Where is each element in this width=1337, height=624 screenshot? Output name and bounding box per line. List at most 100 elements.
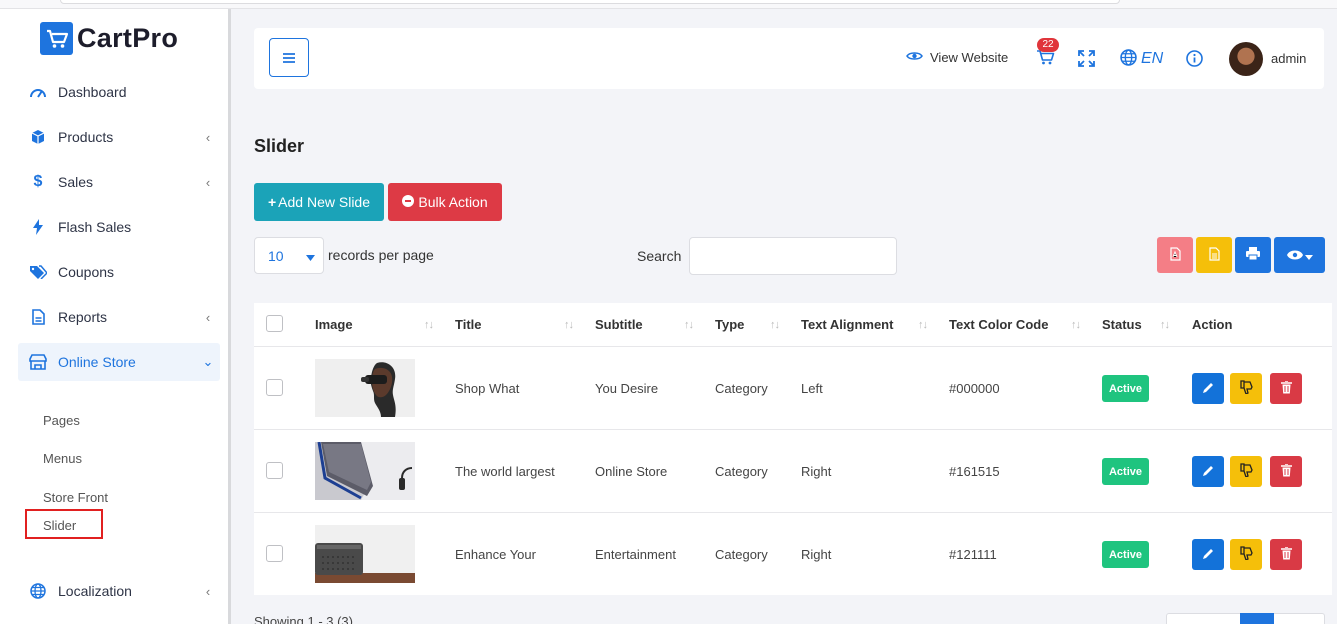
- divider: [254, 429, 1332, 430]
- select-all-checkbox[interactable]: [266, 315, 283, 332]
- add-new-slide-label: Add New Slide: [278, 194, 370, 210]
- slide-image: [315, 359, 415, 417]
- column-visibility-button[interactable]: [1274, 237, 1325, 273]
- chevron-left-icon: ‹: [205, 583, 211, 599]
- pagination[interactable]: [1166, 613, 1325, 624]
- speedometer-icon: [18, 85, 58, 99]
- eye-icon: [906, 50, 923, 65]
- delete-button[interactable]: [1270, 456, 1302, 487]
- sidebar-item-localization[interactable]: Localization ‹: [18, 572, 220, 610]
- export-csv-button[interactable]: [1196, 237, 1232, 273]
- sidebar-item-label: Coupons: [58, 264, 115, 280]
- brand[interactable]: CartPro: [40, 22, 178, 55]
- dollar-icon: $: [33, 173, 43, 190]
- sort-icon[interactable]: ↑↓: [918, 319, 928, 331]
- row-checkbox[interactable]: [266, 545, 283, 562]
- column-header-status[interactable]: Status: [1102, 317, 1142, 332]
- sidebar-item-sales[interactable]: $ Sales ‹: [18, 163, 220, 201]
- language-label: EN: [1141, 50, 1164, 67]
- slider-table: Image ↑↓ Title ↑↓ Subtitle ↑↓ Type ↑↓ Te…: [254, 303, 1332, 595]
- chevron-left-icon: ‹: [205, 174, 211, 190]
- bulk-action-label: Bulk Action: [418, 194, 488, 210]
- page-button-current[interactable]: [1240, 613, 1274, 624]
- cell-subtitle: Online Store: [595, 464, 668, 479]
- cart-icon: [1036, 49, 1055, 69]
- language-selector[interactable]: EN: [1120, 49, 1163, 69]
- deactivate-button[interactable]: [1230, 373, 1262, 404]
- search-input[interactable]: [689, 237, 897, 275]
- add-new-slide-button[interactable]: + Add New Slide: [254, 183, 384, 221]
- file-icon: [18, 309, 58, 325]
- slide-image: [315, 525, 415, 583]
- deactivate-button[interactable]: [1230, 456, 1262, 487]
- column-header-title[interactable]: Title: [455, 317, 482, 332]
- column-header-text-color-code[interactable]: Text Color Code: [949, 317, 1048, 332]
- delete-button[interactable]: [1270, 539, 1302, 570]
- column-header-type[interactable]: Type: [715, 317, 744, 332]
- sidebar-item-label: Reports: [58, 309, 108, 325]
- thumbs-down-icon: [1239, 463, 1253, 480]
- cell-color-code: #161515: [949, 464, 1000, 479]
- sort-icon[interactable]: ↑↓: [564, 319, 574, 331]
- print-button[interactable]: [1235, 237, 1271, 273]
- sidebar-item-coupons[interactable]: Coupons: [18, 253, 220, 291]
- sidebar-subitem-store-front[interactable]: Store Front: [43, 490, 108, 505]
- column-header-image[interactable]: Image: [315, 317, 353, 332]
- row-checkbox[interactable]: [266, 462, 283, 479]
- chevron-left-icon: ‹: [205, 129, 211, 145]
- sidebar-item-online-store[interactable]: Online Store ⌄: [18, 343, 220, 381]
- column-header-action: Action: [1192, 317, 1233, 332]
- top-header: [254, 28, 1324, 89]
- sidebar-item-products[interactable]: Products ‹: [18, 118, 220, 156]
- cell-type: Category: [715, 464, 768, 479]
- cell-subtitle: Entertainment: [595, 547, 676, 562]
- pdf-file-icon: [1169, 246, 1181, 264]
- sort-icon[interactable]: ↑↓: [1071, 319, 1081, 331]
- bolt-icon: [18, 219, 58, 235]
- pencil-icon: [1202, 547, 1215, 563]
- view-website-link[interactable]: View Website: [906, 50, 1008, 65]
- tags-icon: [18, 265, 58, 279]
- sort-icon[interactable]: ↑↓: [684, 319, 694, 331]
- hamburger-menu-button[interactable]: [269, 38, 309, 77]
- column-header-text-alignment[interactable]: Text Alignment: [801, 317, 893, 332]
- search-label: Search: [637, 248, 682, 264]
- edit-button[interactable]: [1192, 456, 1224, 487]
- sort-icon[interactable]: ↑↓: [1160, 319, 1170, 331]
- bulk-action-button[interactable]: Bulk Action: [388, 183, 502, 221]
- cart-button[interactable]: [1036, 49, 1055, 69]
- cell-alignment: Right: [801, 464, 832, 479]
- sidebar-subitem-pages[interactable]: Pages: [43, 413, 80, 428]
- sidebar-item-label: Flash Sales: [58, 219, 132, 235]
- cell-subtitle: You Desire: [595, 381, 659, 396]
- deactivate-button[interactable]: [1230, 539, 1262, 570]
- column-header-subtitle[interactable]: Subtitle: [595, 317, 643, 332]
- info-button[interactable]: [1186, 50, 1203, 70]
- edit-button[interactable]: [1192, 373, 1224, 404]
- records-per-page-select[interactable]: 10: [254, 237, 324, 274]
- cart-count-badge: 22: [1037, 38, 1059, 52]
- divider: [254, 512, 1332, 513]
- trash-icon: [1280, 462, 1292, 480]
- user-name[interactable]: admin: [1271, 51, 1306, 66]
- caret-down-icon: [1304, 248, 1313, 263]
- sidebar-item-label: Dashboard: [58, 84, 127, 100]
- fullscreen-button[interactable]: [1078, 50, 1095, 70]
- sidebar-subitem-menus[interactable]: Menus: [43, 451, 82, 466]
- sort-icon[interactable]: ↑↓: [770, 319, 780, 331]
- sidebar-item-dashboard[interactable]: Dashboard: [18, 73, 220, 111]
- cart-logo-icon: [40, 22, 73, 55]
- sidebar-subitem-slider[interactable]: Slider: [25, 509, 103, 539]
- avatar[interactable]: [1229, 42, 1263, 76]
- thumbs-down-icon: [1239, 546, 1253, 563]
- sidebar-item-flash-sales[interactable]: Flash Sales: [18, 208, 220, 246]
- delete-button[interactable]: [1270, 373, 1302, 404]
- edit-button[interactable]: [1192, 539, 1224, 570]
- export-pdf-button[interactable]: [1157, 237, 1193, 273]
- trash-icon: [1280, 545, 1292, 563]
- sidebar-item-reports[interactable]: Reports ‹: [18, 298, 220, 336]
- sort-icon[interactable]: ↑↓: [424, 319, 434, 331]
- pencil-icon: [1202, 464, 1215, 480]
- browser-top-strip: [0, 0, 1337, 9]
- row-checkbox[interactable]: [266, 379, 283, 396]
